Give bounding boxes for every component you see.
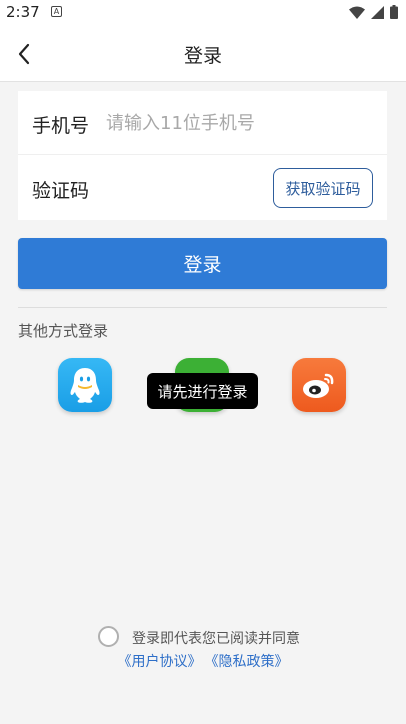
get-code-button[interactable]: 获取验证码	[273, 168, 373, 208]
phone-label: 手机号	[32, 115, 90, 137]
privacy-policy-link[interactable]: 《隐私政策》	[212, 654, 289, 670]
login-form: 手机号 验证码 获取验证码	[18, 91, 387, 220]
agreement-links: 《用户协议》 《隐私政策》	[0, 651, 406, 671]
phone-input[interactable]	[106, 105, 376, 141]
status-time: 2:37	[6, 3, 40, 21]
qq-login-button[interactable]	[58, 358, 112, 412]
agreement-text: 登录即代表您已阅读并同意	[132, 631, 300, 647]
weibo-icon	[303, 373, 334, 398]
app-bar: 登录	[0, 26, 406, 82]
code-row: 验证码 获取验证码	[18, 156, 387, 220]
code-label: 验证码	[32, 180, 90, 202]
weibo-login-button[interactable]	[292, 358, 346, 412]
login-button[interactable]: 登录	[18, 238, 387, 289]
status-bar: 2:37 A	[0, 0, 406, 26]
divider	[18, 307, 387, 308]
agreement-checkbox[interactable]	[98, 626, 119, 647]
other-methods-label: 其他方式登录	[18, 322, 109, 340]
battery-icon	[390, 5, 398, 19]
toast-message: 请先进行登录	[147, 373, 258, 409]
page-title: 登录	[183, 45, 222, 67]
agreement-row: 登录即代表您已阅读并同意	[0, 626, 406, 648]
user-agreement-link[interactable]: 《用户协议》	[118, 654, 202, 670]
phone-row: 手机号	[18, 91, 387, 155]
qq-icon	[70, 368, 100, 403]
wifi-icon	[349, 6, 365, 19]
notification-a-icon: A	[51, 6, 62, 17]
signal-icon	[371, 5, 384, 19]
status-icons	[349, 5, 398, 19]
